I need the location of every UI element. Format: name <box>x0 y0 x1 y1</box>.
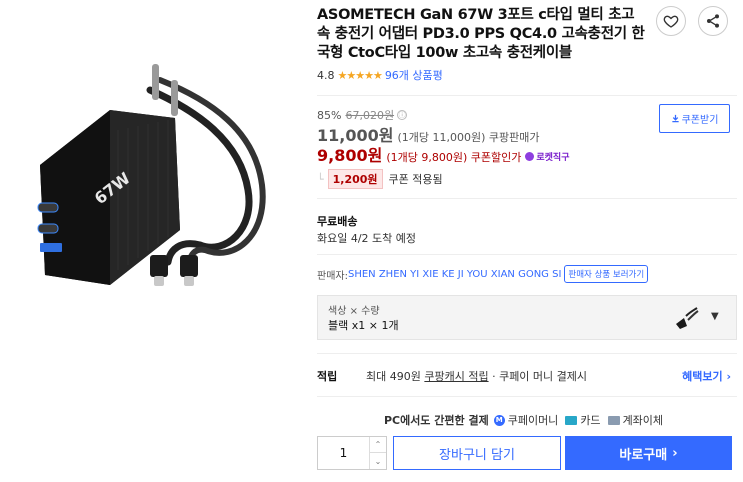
coupon-applied-text: 쿠폰 적용됨 <box>388 173 443 186</box>
divider <box>317 353 737 354</box>
info-icon[interactable]: ⓘ <box>397 110 408 120</box>
rocket-label: 로켓직구 <box>536 153 570 163</box>
get-coupon-label: 쿠폰받기 <box>681 115 719 126</box>
option-thumbnail <box>676 307 699 329</box>
product-title: ASOMETECH GaN 67W 3포트 c타입 멀티 초고속 충전기 어댑터… <box>317 7 645 61</box>
share-icon <box>707 14 719 28</box>
chevron-up-icon: ⌃ <box>374 440 382 449</box>
points-label: 적립 <box>317 370 338 383</box>
points-description: 최대 490원 쿠팡캐시 적립 · 쿠페이 머니 결제시 <box>366 368 587 384</box>
product-image[interactable]: 67W <box>0 0 305 482</box>
share-button[interactable] <box>698 6 728 36</box>
coupon-amount-badge: 1,200원 <box>327 169 383 189</box>
chevron-down-icon: ▼ <box>711 311 719 322</box>
coupon-price-row: 9,800원 (1개당 9,800원) 쿠폰할인가 로켓직구 <box>317 142 570 166</box>
seller-name-link[interactable]: SHEN ZHEN YI XIE KE JI YOU XIAN GONG SI <box>348 269 561 280</box>
quantity-decrease-button[interactable]: ⌄ <box>370 453 386 469</box>
divider <box>317 95 737 96</box>
star-rating: ★★★★★ <box>337 68 383 82</box>
seller-label: 판매자: <box>317 270 348 282</box>
payment-methods-row: PC에서도 간편한 결제 M 쿠페이머니 카드 계좌이체 <box>317 412 737 428</box>
rating-score: 4.8 <box>317 68 335 82</box>
payment-method-bank: 계좌이체 <box>607 412 664 428</box>
corner-bracket-icon: └ <box>317 172 324 186</box>
payment-method-card: 카드 <box>565 412 601 428</box>
seller-products-button[interactable]: 판매자 상품 보러가기 <box>564 265 649 283</box>
chevron-down-icon: ⌄ <box>374 456 382 466</box>
payment-method-coupay: M 쿠페이머니 <box>493 412 559 428</box>
like-button[interactable] <box>656 6 686 36</box>
chevron-right-icon: › <box>672 445 678 461</box>
option-label: 색상 × 수량 <box>328 306 380 317</box>
bank-transfer-icon <box>607 415 620 425</box>
rocket-icon <box>525 152 535 161</box>
quantity-increase-button[interactable]: ⌃ <box>370 437 386 453</box>
rocket-direct-badge: 로켓직구 <box>525 150 570 163</box>
original-price: 67,020원 <box>345 109 395 122</box>
divider <box>317 198 737 199</box>
buy-now-button[interactable]: 바로구매 › <box>565 436 732 470</box>
discount-row: 85% 67,020원 ⓘ <box>317 107 408 123</box>
coupay-money-icon: M <box>493 414 505 426</box>
buy-now-label: 바로구매 <box>619 447 668 463</box>
delivery-date: 화요일 4/2 도착 예정 <box>317 232 417 245</box>
add-to-cart-button[interactable]: 장바구니 담기 <box>393 436 561 470</box>
quantity-input[interactable] <box>318 437 370 469</box>
option-selector[interactable]: 색상 × 수량 블랙 x1 × 1개 ▼ <box>317 295 737 340</box>
quantity-stepper: ⌃ ⌄ <box>317 436 387 470</box>
rating-row: 4.8 ★★★★★ 96개 상품평 <box>317 67 443 83</box>
view-benefits-link[interactable]: 혜택보기 › <box>682 368 731 384</box>
download-icon <box>671 114 679 123</box>
get-coupon-button[interactable]: 쿠폰받기 <box>659 104 730 133</box>
free-shipping-label: 무료배송 <box>317 215 358 228</box>
points-row: 적립 최대 490원 쿠팡캐시 적립 · 쿠페이 머니 결제시 혜택보기 › <box>317 368 737 384</box>
option-value: 블랙 x1 × 1개 <box>328 319 399 332</box>
heart-icon <box>663 15 679 28</box>
coupon-price: 9,800원 <box>317 146 383 165</box>
divider <box>317 254 737 255</box>
points-prefix: 최대 490원 <box>366 370 425 383</box>
seller-row: 판매자: SHEN ZHEN YI XIE KE JI YOU XIAN GON… <box>317 265 649 283</box>
review-count-link[interactable]: 96개 상품평 <box>385 67 443 83</box>
payment-title: PC에서도 간편한 결제 <box>383 414 489 427</box>
charger-illustration: 67W <box>37 64 266 286</box>
discount-rate: 85% <box>317 108 342 122</box>
payment-method-label: 쿠페이머니 <box>507 414 559 427</box>
payment-method-label: 카드 <box>580 414 601 427</box>
coupang-cash-link[interactable]: 쿠팡캐시 적립 <box>424 370 488 383</box>
points-suffix: · 쿠페이 머니 결제시 <box>488 370 588 383</box>
payment-method-label: 계좌이체 <box>622 414 664 427</box>
divider <box>317 396 737 397</box>
coupon-price-note: (1개당 9,800원) 쿠폰할인가 <box>386 151 522 164</box>
card-icon <box>565 415 578 425</box>
coupon-discount-row: └ 1,200원 쿠폰 적용됨 <box>317 169 443 189</box>
